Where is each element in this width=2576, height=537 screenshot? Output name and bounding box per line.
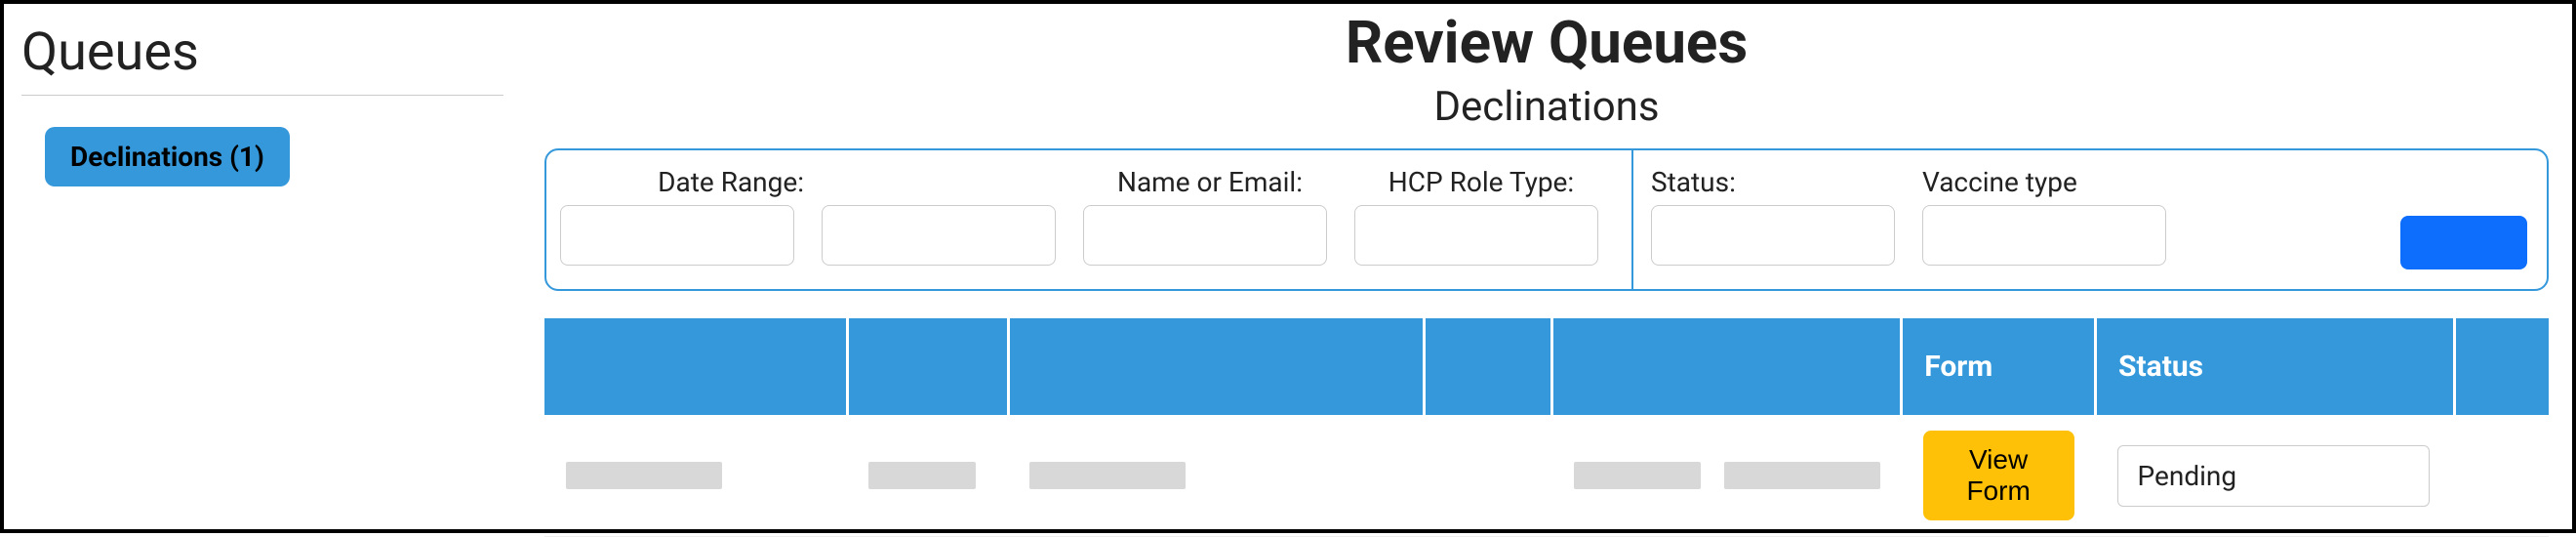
sidebar: Queues Declinations (1): [4, 4, 521, 529]
cell-placeholder: [868, 462, 976, 489]
table-header-8: [2455, 318, 2549, 415]
search-button[interactable]: [2400, 216, 2527, 269]
table-header-form: Form: [1902, 318, 2096, 415]
table-row: View Form Pending: [544, 415, 2549, 537]
table-header-1: [544, 318, 847, 415]
cell-placeholder: [1574, 462, 1701, 489]
table-header-2: [847, 318, 1008, 415]
table-header-row: Form Status: [544, 318, 2549, 415]
name-email-input[interactable]: [1083, 205, 1327, 266]
table-header-4: [1425, 318, 1552, 415]
date-range-end-input[interactable]: [822, 205, 1056, 266]
table-header-5: [1552, 318, 1902, 415]
date-range-start-input[interactable]: [560, 205, 794, 266]
cell-placeholder: [1029, 462, 1186, 489]
cell-placeholder: [1724, 462, 1880, 489]
status-value[interactable]: Pending: [2117, 445, 2430, 507]
table-header-3: [1008, 318, 1424, 415]
filter-label-vaccine: Vaccine type: [1922, 162, 2176, 201]
status-input[interactable]: [1651, 205, 1895, 266]
sidebar-item-declinations[interactable]: Declinations (1): [45, 127, 290, 186]
cell-placeholder: [566, 462, 722, 489]
filter-label-status: Status:: [1651, 162, 1905, 201]
filter-label-name-email: Name or Email:: [1083, 162, 1337, 201]
hcp-role-input[interactable]: [1354, 205, 1598, 266]
filter-divider: [1631, 150, 1633, 289]
main-content: Review Queues Declinations Date Range: .…: [521, 4, 2572, 529]
page-subtitle: Declinations: [544, 83, 2549, 131]
page-title: Review Queues: [544, 8, 2549, 77]
table-header-status: Status: [2096, 318, 2455, 415]
filter-bar: Date Range: . Name or Email: HCP Role Ty…: [544, 148, 2549, 291]
results-table: Form Status Vie: [544, 318, 2549, 537]
sidebar-title: Queues: [21, 21, 503, 96]
filter-label-date-range: Date Range:: [560, 162, 804, 201]
vaccine-type-input[interactable]: [1922, 205, 2166, 266]
view-form-button[interactable]: View Form: [1923, 431, 2074, 520]
filter-label-hcp-role: HCP Role Type:: [1354, 162, 1608, 201]
